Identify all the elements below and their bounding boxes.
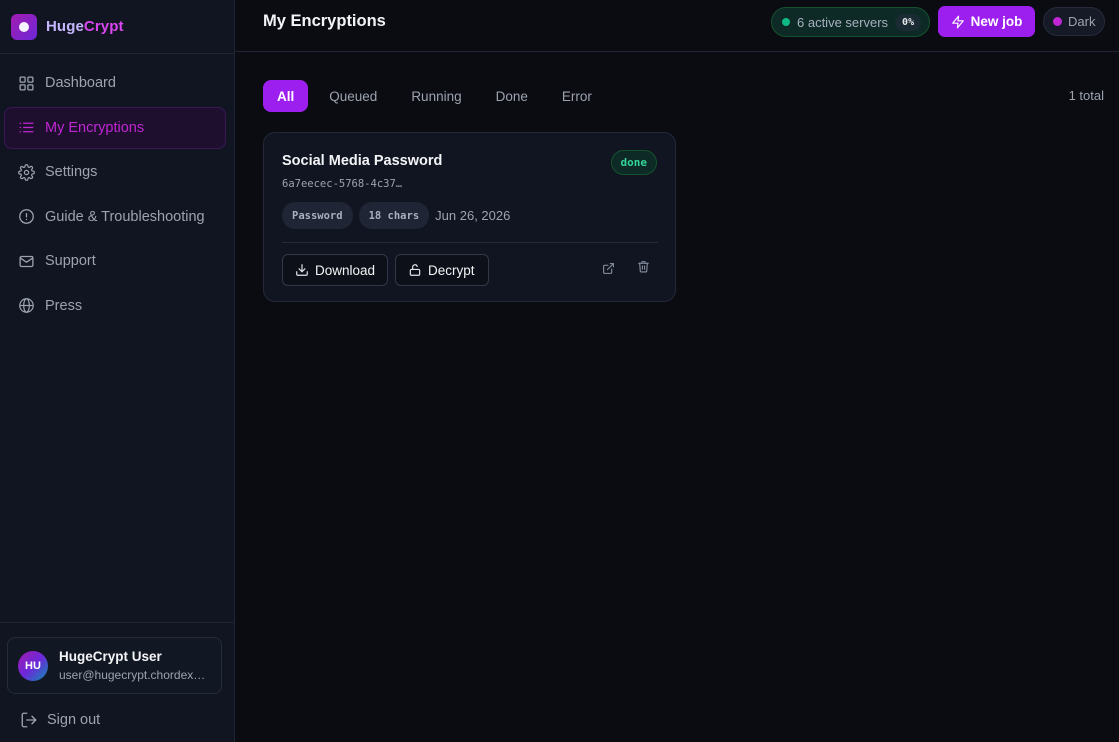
- filter-tabs: All Queued Running Done Error: [263, 80, 613, 112]
- servers-label: 6 active servers: [797, 14, 889, 30]
- job-date: Jun 26, 2026: [435, 208, 511, 223]
- job-id: 6a7eecec-5768-4c37…: [282, 178, 403, 190]
- list-icon: [17, 119, 35, 137]
- sidebar-item-label: Support: [45, 253, 96, 269]
- avatar: HU: [18, 650, 48, 681]
- sidebar-item-label: Settings: [45, 164, 98, 180]
- lightning-icon: [951, 15, 965, 29]
- grid-icon: [17, 74, 35, 92]
- tab-all[interactable]: All: [263, 80, 309, 112]
- theme-dot-icon: [1053, 17, 1062, 26]
- sidebar-item-press[interactable]: Press: [4, 285, 226, 327]
- sign-out-button[interactable]: Sign out: [20, 711, 100, 729]
- status-badge: done: [610, 150, 657, 175]
- total-count: 1 total: [1068, 88, 1104, 103]
- download-button[interactable]: Download: [282, 254, 388, 286]
- tab-done[interactable]: Done: [483, 80, 541, 112]
- sign-out-label: Sign out: [47, 712, 101, 728]
- sidebar-item-guide[interactable]: Guide & Troubleshooting: [4, 196, 226, 238]
- type-chip: Password: [282, 202, 353, 229]
- job-title: Social Media Password: [282, 153, 443, 169]
- sidebar-nav: Dashboard My Encryptions Settings Guide …: [0, 62, 234, 329]
- download-label: Download: [315, 262, 376, 278]
- sidebar-item-dashboard[interactable]: Dashboard: [4, 62, 226, 104]
- sidebar-item-settings[interactable]: Settings: [4, 151, 226, 193]
- gear-icon: [17, 163, 35, 181]
- user-card[interactable]: HU HugeCrypt User user@hugecrypt.chordex…: [7, 637, 222, 694]
- user-info: HugeCrypt User user@hugecrypt.chordexb…: [59, 649, 211, 682]
- length-chip: 18 chars: [358, 202, 430, 229]
- card-divider: [282, 242, 658, 243]
- sidebar-item-label: Guide & Troubleshooting: [45, 208, 205, 225]
- open-external-icon[interactable]: [600, 260, 616, 276]
- tab-queued[interactable]: Queued: [316, 80, 390, 112]
- theme-toggle[interactable]: Dark: [1043, 7, 1105, 36]
- status-dot-icon: [782, 18, 790, 26]
- info-circle-icon: [17, 208, 35, 226]
- active-servers-status[interactable]: 6 active servers 0%: [771, 7, 930, 37]
- unlock-icon: [408, 263, 422, 277]
- servers-load-badge: 0%: [895, 13, 922, 31]
- tab-error[interactable]: Error: [549, 80, 605, 112]
- mail-icon: [17, 252, 35, 270]
- logo-icon: [11, 13, 37, 40]
- job-card: Social Media Password 6a7eecec-5768-4c37…: [263, 132, 676, 302]
- new-job-button[interactable]: New job: [938, 6, 1035, 37]
- top-header: My Encryptions 6 active servers 0% New j…: [235, 0, 1119, 52]
- job-meta: Password 18 chars Jun 26, 2026: [282, 202, 510, 229]
- user-name: HugeCrypt User: [59, 649, 162, 664]
- sidebar-item-label: My Encryptions: [45, 119, 145, 136]
- sidebar-item-label: Press: [45, 297, 83, 314]
- sidebar-footer: HU HugeCrypt User user@hugecrypt.chordex…: [0, 622, 234, 742]
- theme-label: Dark: [1068, 14, 1096, 29]
- trash-icon[interactable]: [635, 258, 651, 274]
- page-title: My Encryptions: [263, 12, 386, 30]
- user-email: user@hugecrypt.chordexb…: [59, 668, 211, 682]
- globe-icon: [17, 297, 35, 315]
- sidebar-item-label: Dashboard: [45, 75, 116, 91]
- sign-out-icon: [20, 711, 38, 729]
- brand-name: HugeCrypt: [46, 18, 124, 35]
- download-icon: [295, 263, 309, 277]
- decrypt-label: Decrypt: [428, 262, 475, 278]
- new-job-label: New job: [970, 14, 1023, 29]
- decrypt-button[interactable]: Decrypt: [395, 254, 489, 286]
- sidebar: HugeCrypt Dashboard My Encryptions Setti…: [0, 0, 235, 742]
- brand[interactable]: HugeCrypt: [0, 0, 234, 54]
- sidebar-item-support[interactable]: Support: [4, 240, 226, 282]
- tab-running[interactable]: Running: [398, 80, 474, 112]
- sidebar-item-my-encryptions[interactable]: My Encryptions: [4, 106, 226, 149]
